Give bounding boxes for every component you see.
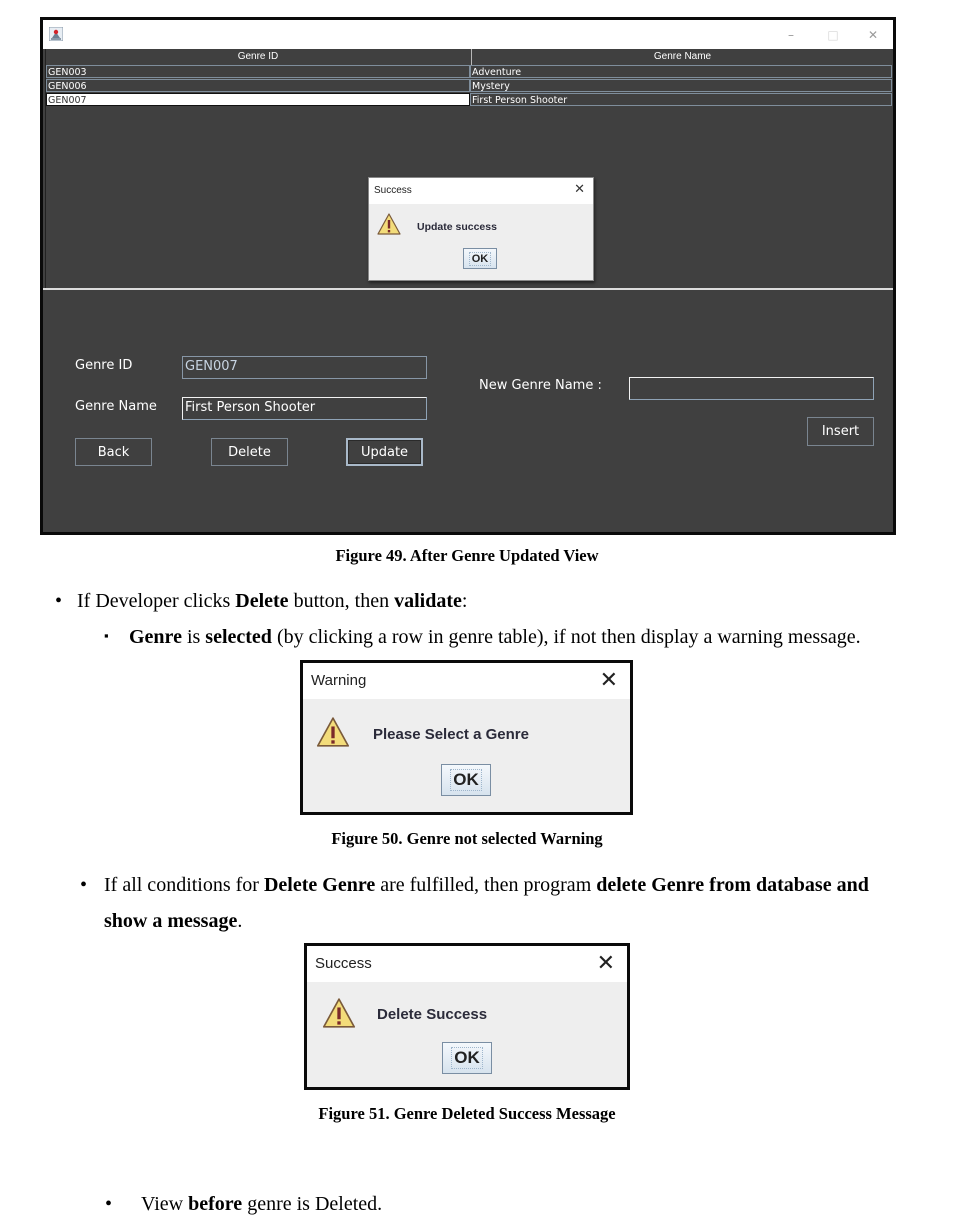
table-row[interactable]: GEN003 Adventure [46,65,892,79]
genre-name-field[interactable]: First Person Shooter [182,397,427,420]
java-app-icon [49,27,63,41]
paragraph-view-before-delete: • View before genre is Deleted. [105,1193,382,1216]
dialog-close-button[interactable]: ✕ [574,182,585,197]
table-row[interactable]: GEN006 Mystery [46,79,892,93]
app-window: – □ ✕ Genre ID Genre Name GEN003 Adventu… [40,17,896,535]
square-bullet: ▪ [104,628,109,643]
warning-icon [322,998,356,1028]
maximize-button[interactable]: □ [813,20,853,49]
minimize-button[interactable]: – [771,20,811,49]
bold-text: Delete [235,590,289,612]
dialog-message: Delete Success [377,1006,488,1023]
back-button[interactable]: Back [75,438,152,466]
cell-genre-id-editing[interactable]: GEN007 [46,93,470,106]
text: View [141,1193,189,1215]
warning-icon [316,717,350,747]
delete-button[interactable]: Delete [211,438,288,466]
dialog-title: Success [369,178,593,204]
ok-button-label: OK [468,251,492,266]
dialog-close-button[interactable]: ✕ [597,948,615,980]
new-genre-name-label: New Genre Name : [479,378,602,393]
text: If all conditions for [104,874,264,896]
bold-text: Delete Genre [263,874,376,896]
text: are fulfilled, then program [375,874,597,896]
bold-text: delete Genre from database and [596,874,869,896]
new-genre-name-input[interactable] [629,377,874,400]
bold-text: before [188,1193,243,1215]
cell-genre-id[interactable]: GEN006 [46,79,470,92]
cell-genre-name[interactable]: Mystery [470,79,892,92]
column-header-genre-id[interactable]: Genre ID [46,49,470,65]
bold-text: selected [205,626,272,648]
bold-text: show a message [104,910,238,932]
ok-button-label: OK [450,769,482,791]
text: genre is Deleted. [242,1193,383,1215]
delete-success-dialog: Success ✕ Delete Success OK [304,943,630,1090]
text: If Developer clicks [77,590,236,612]
insert-button[interactable]: Insert [807,417,874,446]
section-divider [43,288,893,290]
cell-genre-id[interactable]: GEN003 [46,65,470,78]
text: button, then [288,590,395,612]
column-header-genre-name[interactable]: Genre Name [471,49,893,65]
text: (by clicking a row in genre table), if n… [271,626,861,648]
cell-genre-name[interactable]: Adventure [470,65,892,78]
warning-icon [377,213,401,235]
dialog-message: Update success [417,221,497,233]
update-button[interactable]: Update [346,438,423,466]
figure-49-caption: Figure 49. After Genre Updated View [335,546,599,565]
bullet: • [55,590,63,612]
title-bar: – □ ✕ [43,20,893,49]
cell-genre-name[interactable]: First Person Shooter [470,93,892,106]
figure-50-caption: Figure 50. Genre not selected Warning [331,829,603,848]
paragraph-delete-conditions: • If all conditions for Delete Genre are … [80,874,869,897]
text: : [461,590,468,612]
paragraph-genre-selected: ▪ Genre is selected (by clicking a row in… [104,626,861,649]
bullet: • [105,1193,113,1215]
paragraph-delete-conditions-line2: show a message. [104,910,242,933]
bullet: • [80,874,88,896]
dialog-title: Warning [303,663,630,699]
bold-text: Genre [129,626,182,648]
text: is [181,626,206,648]
ok-button[interactable]: OK [441,764,491,796]
close-window-button[interactable]: ✕ [853,20,893,49]
update-success-dialog: Success ✕ Update success OK [368,177,594,281]
ok-button-label: OK [451,1047,483,1069]
text: . [237,910,243,932]
genre-name-label: Genre Name [75,399,157,414]
bold-text: validate [394,590,462,612]
paragraph-delete-validate: • If Developer clicks Delete button, then… [55,590,467,613]
ok-button[interactable]: OK [442,1042,492,1074]
figure-51-caption: Figure 51. Genre Deleted Success Message [318,1104,616,1123]
dialog-message: Please Select a Genre [373,726,529,743]
dialog-title: Success [307,946,627,982]
genre-id-field[interactable]: GEN007 [182,356,427,379]
table-row-selected[interactable]: GEN007 First Person Shooter [46,93,892,107]
genre-id-label: Genre ID [75,358,133,373]
warning-dialog: Warning ✕ Please Select a Genre OK [300,660,633,815]
ok-button[interactable]: OK [463,248,497,269]
dialog-close-button[interactable]: ✕ [600,665,618,697]
